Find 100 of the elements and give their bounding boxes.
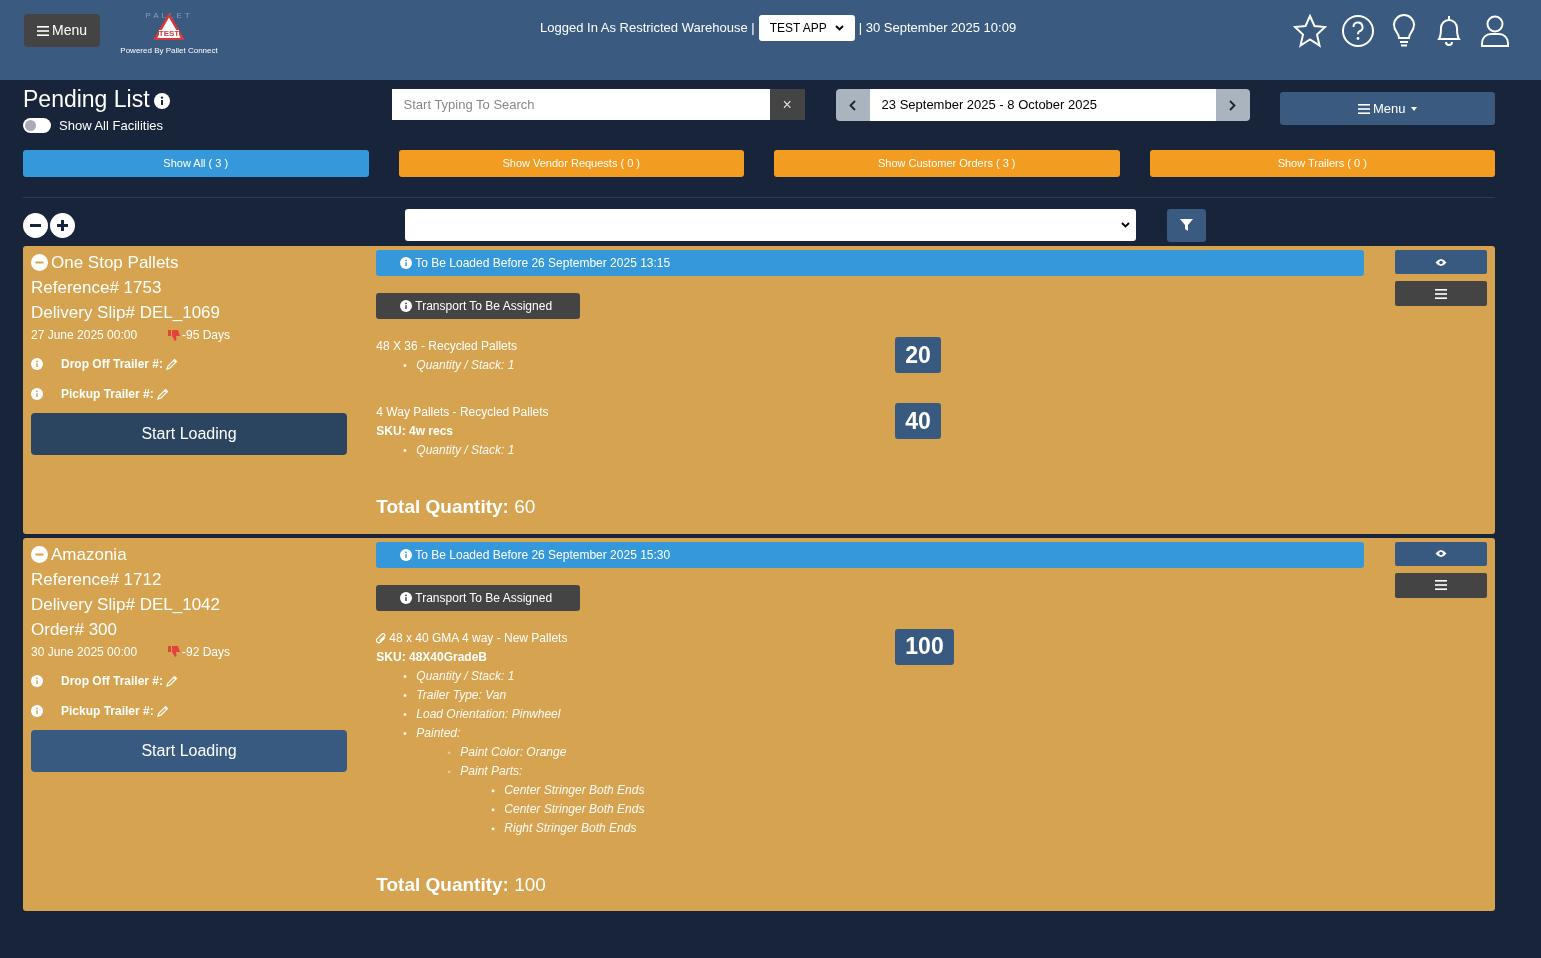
eye-icon xyxy=(1434,549,1447,558)
item-sku: SKU: 4w recs xyxy=(376,423,454,440)
menu-dropdown-button[interactable]: Menu xyxy=(1279,92,1495,125)
thumbs-down-icon xyxy=(168,329,180,341)
filter-button[interactable] xyxy=(1167,208,1206,242)
logo-text: TEST xyxy=(158,30,180,38)
search-field[interactable]: Start Typing To Search xyxy=(391,89,770,120)
item-sku: SKU: 48X40GradeB xyxy=(376,648,489,666)
clear-button[interactable]: × xyxy=(769,89,805,120)
view-button[interactable] xyxy=(1394,541,1487,566)
bullet: ▪ xyxy=(491,783,496,798)
property-text: Paint Parts: xyxy=(460,762,523,780)
info-icon xyxy=(31,358,43,370)
property-text: Quantity / Stack: 1 xyxy=(416,442,515,459)
next-button[interactable] xyxy=(1215,89,1250,121)
bullet: ◦ xyxy=(447,745,452,760)
trailer-label: Drop Off Trailer #: xyxy=(61,356,164,373)
chevron-left-icon xyxy=(849,99,857,111)
deadline-text: To Be Loaded Before 26 September 2025 15:30 xyxy=(415,546,671,564)
customer-name: One Stop Pallets xyxy=(51,252,179,274)
order-detail: Order# 300 xyxy=(31,618,118,641)
property-text: Center Stringer Both Ends xyxy=(504,781,645,799)
login-text: Logged In As Restricted Warehouse | xyxy=(540,19,755,38)
property-text: Center Stringer Both Ends xyxy=(504,800,645,818)
total-quantity: Total Quantity: 60 xyxy=(376,496,536,517)
transport-text: Transport To Be Assigned xyxy=(415,589,553,607)
quantity-badge: 20 xyxy=(895,337,941,373)
trailer-label: Pickup Trailer #: xyxy=(61,386,154,403)
menu-icon xyxy=(1434,580,1447,590)
chevron-right-icon xyxy=(1229,99,1237,111)
chevron-down-icon xyxy=(1121,222,1130,228)
trailer-label: Drop Off Trailer #: xyxy=(61,672,164,690)
bullet: • xyxy=(403,359,408,373)
order-date: 27 June 2025 00:00 xyxy=(31,327,139,344)
logo-letters: PALLET xyxy=(145,10,193,22)
funnel-icon xyxy=(1180,218,1193,232)
app-select[interactable]: TEST APP xyxy=(758,15,855,41)
options-button[interactable] xyxy=(1394,281,1487,306)
info-icon xyxy=(153,92,170,109)
property-text: Quantity / Stack: 1 xyxy=(416,667,515,685)
previous-button[interactable] xyxy=(835,89,870,121)
customer-name: Amazonia xyxy=(51,543,127,566)
collapse-all-icon[interactable] xyxy=(23,212,48,238)
bullet: ◦ xyxy=(447,764,452,779)
expand-all-icon[interactable] xyxy=(50,212,75,238)
start-loading-button[interactable]: Start Loading xyxy=(31,729,347,772)
info-icon xyxy=(400,300,413,312)
caret-icon xyxy=(1410,106,1417,111)
bullet: • xyxy=(403,444,408,458)
bullet: • xyxy=(403,669,408,684)
info-icon xyxy=(400,257,413,269)
view-button[interactable] xyxy=(1394,250,1487,274)
menu-button[interactable]: Menu xyxy=(24,14,101,47)
order-detail: Reference# 1753 xyxy=(31,277,163,299)
bullet: • xyxy=(403,726,408,741)
toggle-label: Show All Facilities xyxy=(59,117,164,135)
facilities-toggle[interactable] xyxy=(23,118,51,134)
deadline-text: To Be Loaded Before 26 September 2025 13:15 xyxy=(415,255,671,272)
order-detail: Delivery Slip# DEL_1069 xyxy=(31,302,221,324)
info-icon xyxy=(400,591,413,604)
property-text: Paint Color: Orange xyxy=(460,743,567,761)
order-detail: Delivery Slip# DEL_1042 xyxy=(31,593,221,616)
options-button[interactable] xyxy=(1394,572,1487,598)
info-icon xyxy=(400,548,413,561)
property-text: Load Orientation: Pinwheel xyxy=(416,705,561,723)
quantity-badge: 100 xyxy=(895,628,954,665)
star-icon[interactable] xyxy=(1293,14,1327,48)
days-overdue: -95 Days xyxy=(182,327,231,344)
item-name: 48 x 40 GMA 4 way - New Pallets xyxy=(389,629,568,647)
property-text: Painted: xyxy=(416,724,461,742)
start-loading-button[interactable]: Start Loading xyxy=(31,413,347,455)
trailer-label: Pickup Trailer #: xyxy=(61,702,154,720)
thumbs-down-icon xyxy=(168,646,180,657)
datetime-text: | 30 September 2025 10:09 xyxy=(858,19,1017,38)
days-overdue: -92 Days xyxy=(182,643,231,661)
bullet: ▪ xyxy=(491,802,496,817)
logo-caption: Powered By Pallet Connect xyxy=(120,45,218,57)
chevron-down-icon xyxy=(834,25,844,31)
quantity-badge: 40 xyxy=(895,403,941,439)
item-name: 48 X 36 - Recycled Pallets xyxy=(376,338,518,355)
info-icon xyxy=(31,388,43,400)
property-text: Right Stringer Both Ends xyxy=(504,819,637,837)
bullet: • xyxy=(403,688,408,703)
order-date: 30 June 2025 00:00 xyxy=(31,643,139,661)
page-title: Pending List xyxy=(23,85,150,114)
menu-icon xyxy=(37,25,49,36)
help-icon[interactable] xyxy=(1341,14,1375,48)
menu-icon xyxy=(1434,288,1447,299)
date-range-field[interactable]: 23 September 2025 - 8 October 2025 xyxy=(869,89,1216,121)
info-icon xyxy=(31,704,43,717)
order-detail: Reference# 1712 xyxy=(31,568,163,591)
transport-text: Transport To Be Assigned xyxy=(415,298,553,315)
eye-icon xyxy=(1434,257,1447,267)
bullet: ▪ xyxy=(491,821,496,836)
info-icon xyxy=(31,674,43,687)
bullet: • xyxy=(403,707,408,722)
item-name: 4 Way Pallets - Recycled Pallets xyxy=(376,404,549,421)
user-icon[interactable] xyxy=(1479,14,1511,48)
total-quantity: Total Quantity: 100 xyxy=(376,873,546,895)
property-text: Trailer Type: Van xyxy=(416,686,507,704)
